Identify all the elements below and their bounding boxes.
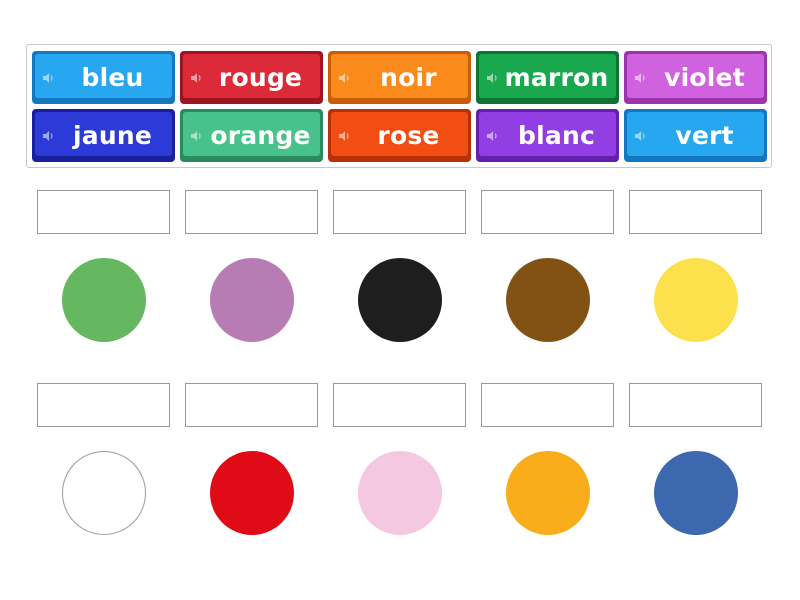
color-swatch bbox=[654, 451, 738, 535]
speaker-icon[interactable] bbox=[338, 72, 352, 84]
word-tile-label: bleu bbox=[81, 63, 144, 92]
speaker-icon[interactable] bbox=[486, 130, 500, 142]
speaker-icon[interactable] bbox=[42, 72, 56, 84]
answer-drop-box[interactable] bbox=[629, 383, 762, 427]
answer-drop-box[interactable] bbox=[185, 383, 318, 427]
color-swatch bbox=[654, 258, 738, 342]
speaker-icon[interactable] bbox=[42, 130, 56, 142]
word-tile-label: jaune bbox=[73, 121, 152, 150]
color-swatch bbox=[506, 451, 590, 535]
word-tile-label: vert bbox=[675, 121, 734, 150]
word-tile-label: violet bbox=[664, 63, 745, 92]
color-swatch bbox=[358, 451, 442, 535]
answer-drop-box[interactable] bbox=[37, 190, 170, 234]
word-tile-label: rouge bbox=[218, 63, 303, 92]
speaker-icon[interactable] bbox=[634, 130, 648, 142]
word-tile[interactable]: rose bbox=[328, 109, 471, 162]
color-swatch bbox=[358, 258, 442, 342]
word-tile-label: marron bbox=[504, 63, 609, 92]
word-tile[interactable]: marron bbox=[476, 51, 619, 104]
color-swatch bbox=[506, 258, 590, 342]
answer-drop-box[interactable] bbox=[185, 190, 318, 234]
answer-drop-box[interactable] bbox=[333, 383, 466, 427]
answer-drop-box[interactable] bbox=[481, 190, 614, 234]
answer-drop-box[interactable] bbox=[37, 383, 170, 427]
answer-drop-box[interactable] bbox=[629, 190, 762, 234]
word-tile[interactable]: violet bbox=[624, 51, 767, 104]
color-swatch bbox=[210, 258, 294, 342]
word-tile[interactable]: noir bbox=[328, 51, 471, 104]
word-tile-label: noir bbox=[380, 63, 437, 92]
word-tile[interactable]: orange bbox=[180, 109, 323, 162]
word-tile[interactable]: vert bbox=[624, 109, 767, 162]
word-tile[interactable]: bleu bbox=[32, 51, 175, 104]
answer-drop-box[interactable] bbox=[333, 190, 466, 234]
answer-drop-box[interactable] bbox=[481, 383, 614, 427]
word-tile[interactable]: rouge bbox=[180, 51, 323, 104]
word-tile[interactable]: blanc bbox=[476, 109, 619, 162]
color-swatch bbox=[210, 451, 294, 535]
word-tile-label: rose bbox=[377, 121, 440, 150]
word-tile-label: blanc bbox=[518, 121, 595, 150]
color-swatch bbox=[62, 451, 146, 535]
word-tile-label: orange bbox=[210, 121, 311, 150]
word-tile[interactable]: jaune bbox=[32, 109, 175, 162]
speaker-icon[interactable] bbox=[338, 130, 352, 142]
color-swatch bbox=[62, 258, 146, 342]
